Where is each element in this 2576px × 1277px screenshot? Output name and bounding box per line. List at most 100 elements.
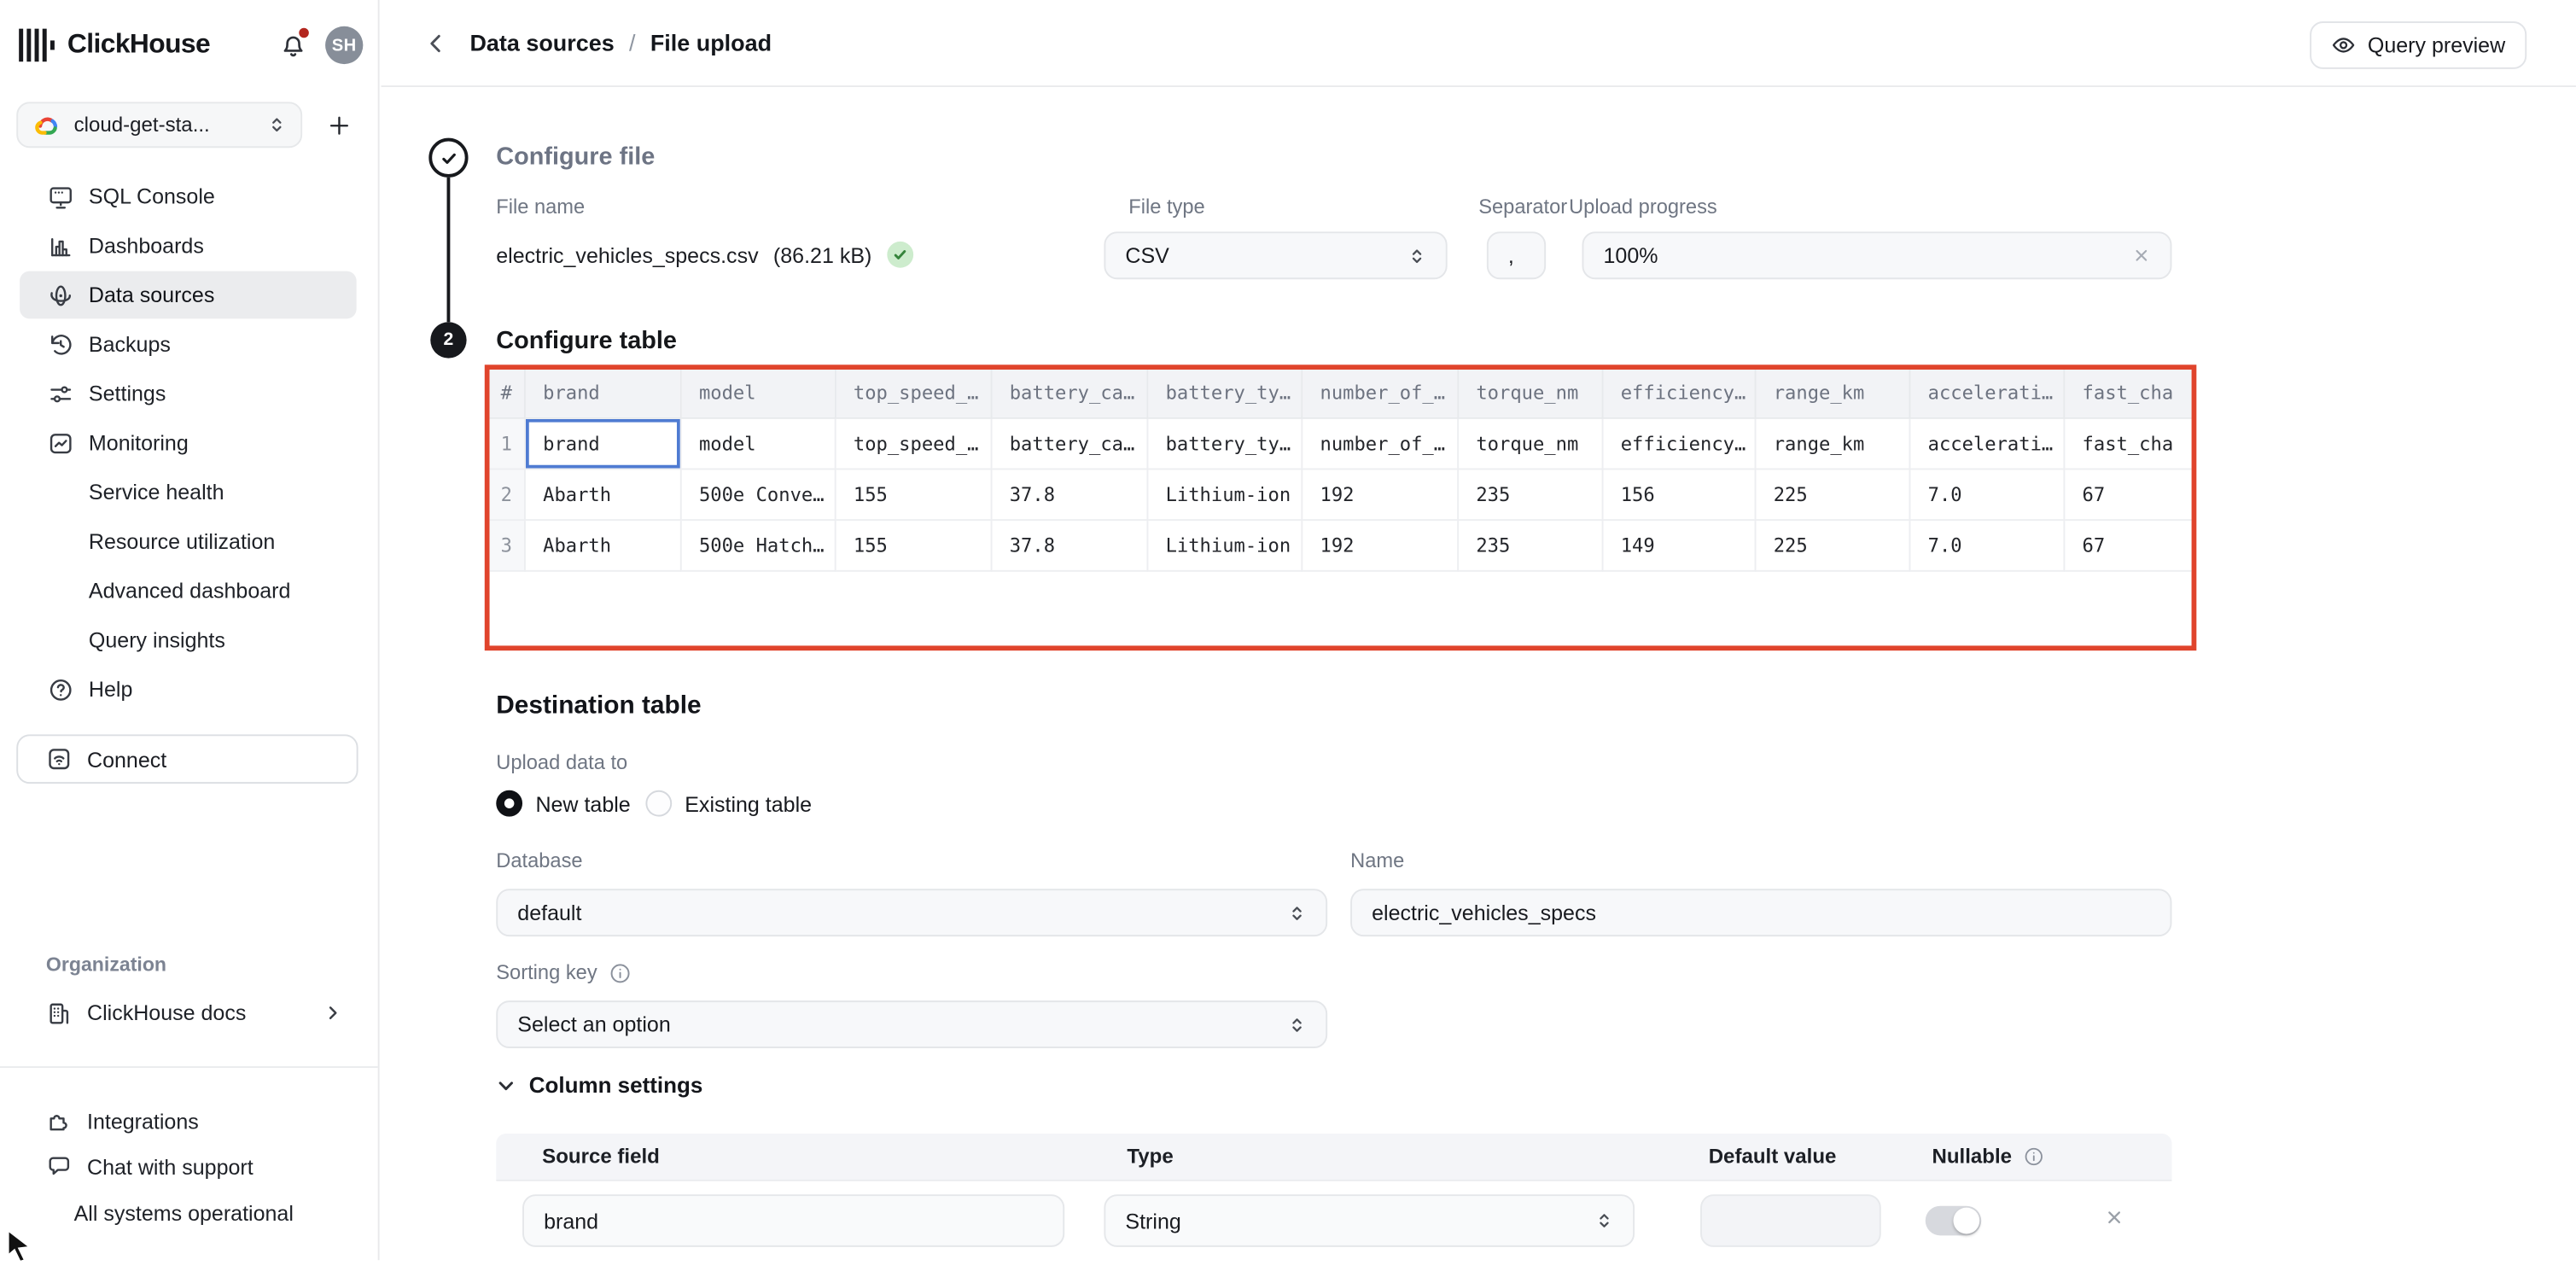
sidebar-item-chat-support[interactable]: Chat with support <box>20 1144 358 1190</box>
preview-row: 1 brand model top_speed_… battery_ca… ba… <box>490 417 2197 469</box>
grid-cell[interactable]: 225 <box>1755 469 1909 520</box>
add-service-button[interactable] <box>317 102 359 148</box>
grid-cell[interactable]: battery_ty… <box>1146 417 1301 469</box>
eye-icon <box>2332 32 2357 57</box>
sidebar-item-data-sources[interactable]: Data sources <box>20 271 357 319</box>
breadcrumb-data-sources[interactable]: Data sources <box>469 30 614 56</box>
sidebar-item-clickhouse-docs[interactable]: ClickHouse docs <box>20 989 358 1037</box>
type-value: String <box>1125 1209 1180 1233</box>
database-select[interactable]: default <box>496 889 1327 936</box>
notification-dot <box>297 26 310 38</box>
notifications-button[interactable] <box>279 31 307 61</box>
preview-grid-highlight: # brand model top_speed_… battery_ca… ba… <box>485 364 2197 650</box>
back-button[interactable] <box>424 31 449 55</box>
radio-new-table[interactable] <box>496 790 522 817</box>
grid-cell[interactable]: 155 <box>835 519 991 570</box>
grid-cell[interactable]: 500e Hatch… <box>680 519 835 570</box>
toggle-knob <box>1953 1208 1979 1234</box>
info-circle-icon <box>609 962 630 983</box>
grid-cell[interactable]: 192 <box>1301 519 1457 570</box>
sidebar-item-query-insights[interactable]: Query insights <box>20 616 357 664</box>
connect-button[interactable]: Connect <box>16 734 358 784</box>
grid-cell[interactable]: Lithium-ion <box>1146 519 1301 570</box>
page-content: 2 Configure file File name electric_vehi… <box>382 87 2576 1260</box>
backups-icon <box>48 331 74 358</box>
step-2-circle: 2 <box>430 322 466 358</box>
sidebar-item-label: All systems operational <box>74 1200 294 1225</box>
default-value-header: Default value <box>1709 1146 1837 1169</box>
chevron-up-down-icon <box>1288 1013 1306 1036</box>
sidebar-item-label: Chat with support <box>87 1154 254 1179</box>
sidebar-item-sql-console[interactable]: SQL Console <box>20 172 357 220</box>
organization-label: Organization <box>46 953 166 976</box>
service-selector[interactable]: cloud-get-sta... <box>16 102 302 148</box>
avatar[interactable]: SH <box>325 26 363 64</box>
grid-cell[interactable]: model <box>680 417 835 469</box>
separator-input[interactable]: , <box>1487 231 1546 279</box>
sidebar-item-service-health[interactable]: Service health <box>20 469 357 516</box>
upload-progress-input[interactable]: 100% <box>1582 231 2171 279</box>
sidebar-item-label: Resource utilization <box>89 529 275 554</box>
grid-cell[interactable]: 500e Conve… <box>680 469 835 520</box>
grid-cell[interactable]: 67 <box>2063 519 2196 570</box>
info-circle-icon <box>2024 1146 2043 1166</box>
grid-cell[interactable]: 37.8 <box>991 469 1147 520</box>
column-header: battery_ty… <box>1146 370 1301 417</box>
sidebar: ClickHouse SH cloud-get-sta... <box>0 0 380 1260</box>
grid-cell[interactable]: 37.8 <box>991 519 1147 570</box>
radio-existing-table[interactable] <box>645 790 672 817</box>
step-connector-line <box>447 178 451 322</box>
grid-cell[interactable]: 156 <box>1602 469 1755 520</box>
x-icon[interactable] <box>2132 247 2150 265</box>
breadcrumb-file-upload: File upload <box>650 30 772 56</box>
grid-cell[interactable]: 225 <box>1755 519 1909 570</box>
sidebar-item-advanced-dashboard[interactable]: Advanced dashboard <box>20 567 357 615</box>
nullable-toggle[interactable] <box>1926 1206 1981 1236</box>
sidebar-item-monitoring[interactable]: Monitoring <box>20 419 357 467</box>
grid-cell[interactable]: 235 <box>1457 519 1601 570</box>
type-select[interactable]: String <box>1104 1194 1635 1247</box>
grid-cell[interactable]: accelerati… <box>1909 417 2064 469</box>
column-settings-label: Column settings <box>529 1073 703 1098</box>
grid-cell[interactable]: Abarth <box>524 469 680 520</box>
query-preview-button[interactable]: Query preview <box>2310 21 2526 69</box>
default-value-input[interactable] <box>1700 1194 1881 1247</box>
sidebar-item-help[interactable]: Help <box>20 666 357 714</box>
grid-cell[interactable]: 7.0 <box>1909 519 2064 570</box>
sidebar-item-system-status[interactable]: All systems operational <box>20 1189 358 1235</box>
grid-cell[interactable]: range_km <box>1755 417 1909 469</box>
sidebar-item-backups[interactable]: Backups <box>20 320 357 368</box>
grid-cell[interactable]: Abarth <box>524 519 680 570</box>
grid-cell[interactable]: torque_nm <box>1457 417 1601 469</box>
remove-column-button[interactable] <box>2105 1208 2124 1227</box>
sidebar-item-dashboards[interactable]: Dashboards <box>20 222 357 270</box>
table-name-input[interactable]: electric_vehicles_specs <box>1350 889 2171 936</box>
sidebar-item-settings[interactable]: Settings <box>20 370 357 417</box>
grid-cell[interactable]: top_speed_… <box>835 417 991 469</box>
grid-cell[interactable]: fast_cha <box>2063 417 2196 469</box>
grid-cell[interactable]: 192 <box>1301 469 1457 520</box>
column-settings-toggle[interactable]: Column settings <box>496 1073 702 1098</box>
main-area: Data sources / File upload Query preview… <box>382 0 2576 1260</box>
grid-cell[interactable]: 235 <box>1457 469 1601 520</box>
grid-cell[interactable]: 155 <box>835 469 991 520</box>
sorting-key-select[interactable]: Select an option <box>496 1000 1327 1048</box>
sidebar-item-resource-utilization[interactable]: Resource utilization <box>20 517 357 565</box>
grid-cell[interactable]: Lithium-ion <box>1146 469 1301 520</box>
grid-cell[interactable]: 7.0 <box>1909 469 2064 520</box>
plus-icon <box>326 113 351 137</box>
grid-cell[interactable]: number_of_… <box>1301 417 1457 469</box>
sidebar-item-integrations[interactable]: Integrations <box>20 1098 358 1144</box>
grid-cell[interactable]: 149 <box>1602 519 1755 570</box>
data-sources-icon <box>48 282 74 308</box>
preview-row: 2 Abarth 500e Conve… 155 37.8 Lithium-io… <box>490 469 2197 520</box>
grid-cell[interactable]: battery_ca… <box>991 417 1147 469</box>
gcp-cloud-icon <box>32 113 61 137</box>
grid-cell[interactable]: 67 <box>2063 469 2196 520</box>
source-field-input[interactable]: brand <box>522 1194 1064 1247</box>
file-type-select[interactable]: CSV <box>1104 231 1447 279</box>
grid-cell-selected[interactable]: brand <box>524 417 680 469</box>
monitoring-icon <box>48 429 74 456</box>
grid-cell[interactable]: efficiency… <box>1602 417 1755 469</box>
type-header: Type <box>1127 1146 1173 1169</box>
